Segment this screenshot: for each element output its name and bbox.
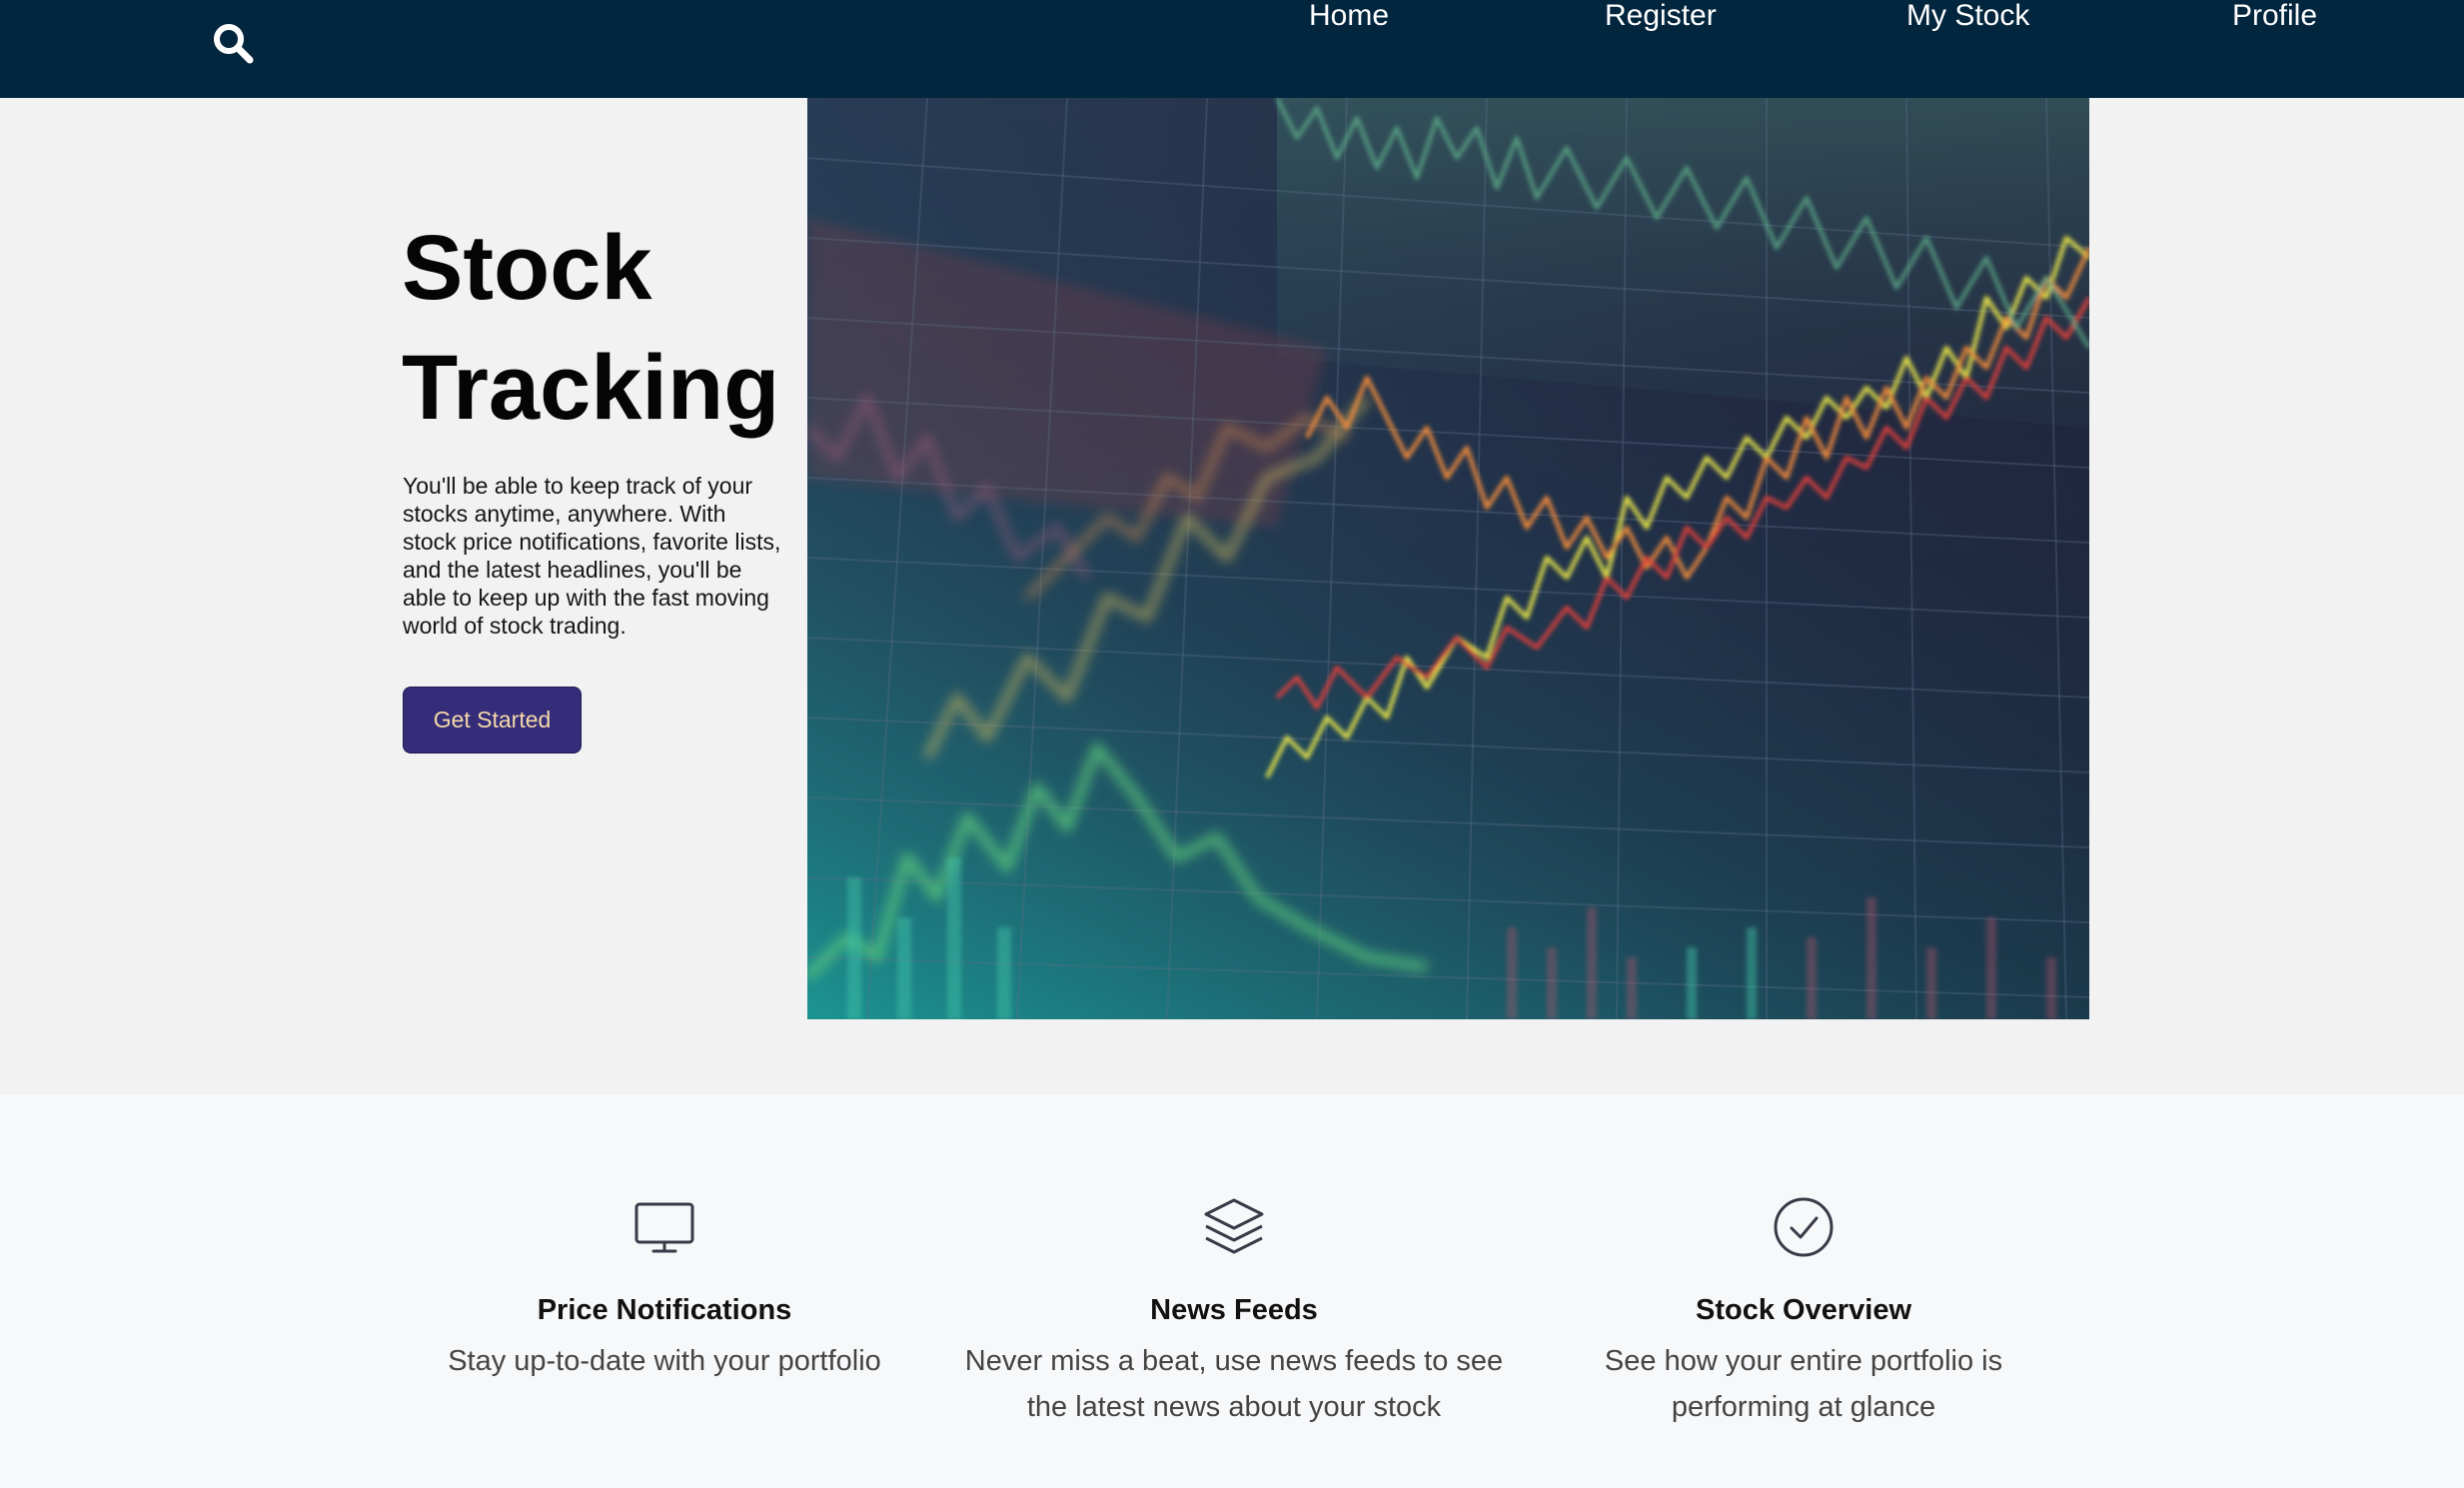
- feature-description: Stay up-to-date with your portfolio: [448, 1345, 881, 1377]
- features-section: Price Notifications Stay up-to-date with…: [0, 1094, 2464, 1488]
- hero-section: Stock Tracking You'll be able to keep tr…: [0, 98, 2464, 1094]
- feature-title: News Feeds: [1150, 1294, 1318, 1326]
- hero-title: Stock Tracking: [402, 217, 780, 439]
- nav-link-profile[interactable]: Profile: [2232, 0, 2317, 36]
- feature-title: Stock Overview: [1696, 1294, 1911, 1326]
- feature-news-feeds: News Feeds Never miss a beat, use news f…: [949, 1194, 1519, 1430]
- nav-link-register[interactable]: Register: [1605, 0, 1717, 36]
- feature-stock-overview: Stock Overview See how your entire portf…: [1519, 1194, 2088, 1430]
- top-navbar: Home Register My Stock Profile: [0, 0, 2464, 98]
- feature-title: Price Notifications: [537, 1294, 792, 1326]
- nav-link-home[interactable]: Home: [1309, 0, 1389, 36]
- layers-icon: [1204, 1198, 1264, 1254]
- feature-description: See how your entire portfolio is perform…: [1604, 1345, 2003, 1423]
- hero-description: You'll be able to keep track of your sto…: [403, 473, 781, 639]
- get-started-button[interactable]: Get Started: [403, 687, 582, 753]
- nav-link-my-stock[interactable]: My Stock: [1906, 0, 2029, 36]
- search-icon[interactable]: [210, 20, 258, 68]
- check-circle-icon: [1774, 1197, 1834, 1257]
- feature-price-notifications: Price Notifications Stay up-to-date with…: [380, 1194, 949, 1384]
- stock-chart-hero-image: [807, 98, 2089, 1019]
- monitor-icon: [634, 1202, 694, 1253]
- feature-description: Never miss a beat, use news feeds to see…: [964, 1345, 1504, 1423]
